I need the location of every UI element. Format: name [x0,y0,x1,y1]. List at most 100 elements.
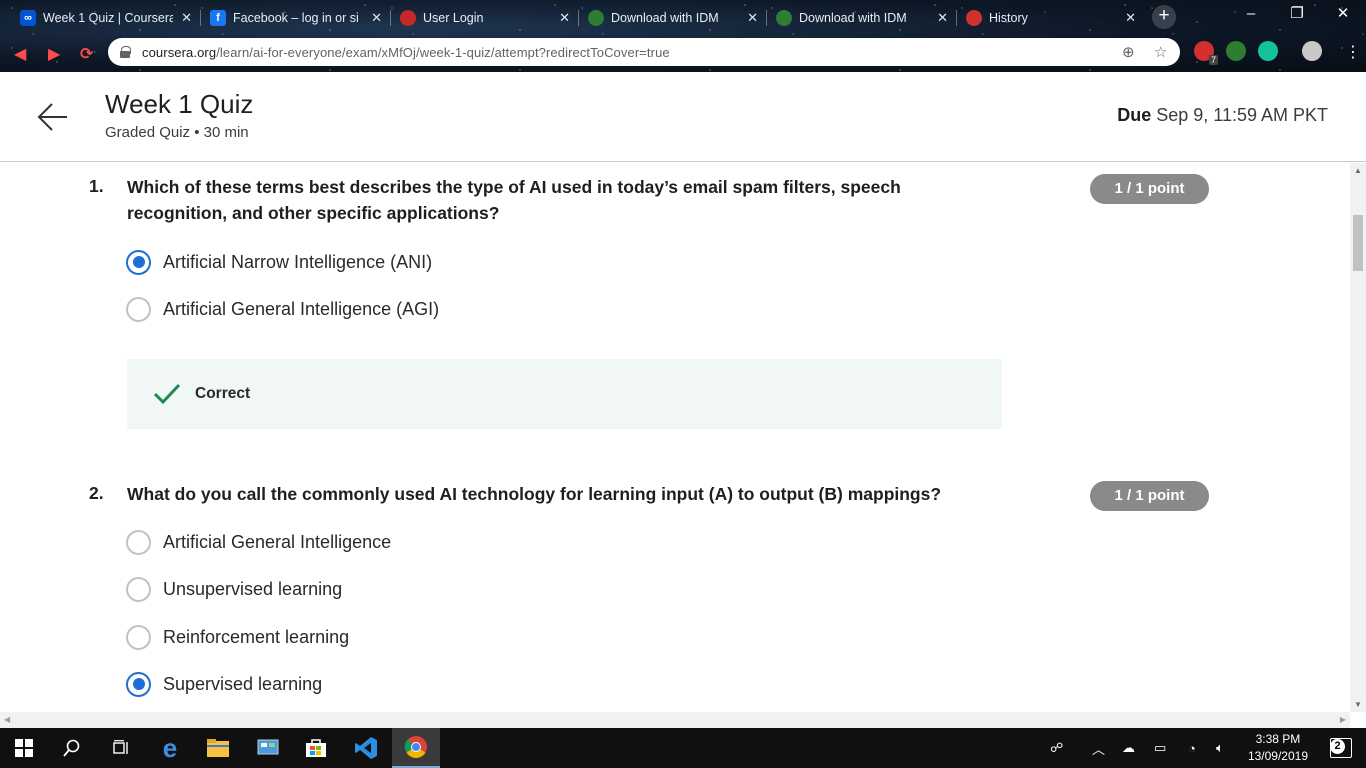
close-icon[interactable]: ✕ [747,10,758,26]
back-arrow-icon[interactable] [36,100,70,134]
scroll-up-icon[interactable]: ▲ [1354,166,1362,175]
onedrive-cloud-icon[interactable]: ☁ [1122,728,1135,768]
feedback-correct: Correct [127,359,1002,429]
windows-taskbar: e ☍ ︿ ☁ ▭ ◔ 🔈︎ 3:38 PM 13/09/2019 2 [0,728,1366,768]
wifi-icon[interactable]: ◔ [1188,728,1196,768]
profile-avatar[interactable] [1302,41,1322,61]
option-supervised[interactable]: Supervised learning [126,670,322,698]
scroll-thumb[interactable] [1353,215,1363,271]
chevron-up-icon[interactable]: ︿ [1092,728,1105,768]
tab-title: Week 1 Quiz | Coursera [43,11,173,25]
battery-icon[interactable]: ▭ [1154,728,1166,768]
vscode-icon [355,737,377,759]
clock-time: 3:38 PM [1255,732,1301,746]
start-button[interactable] [0,728,48,768]
edge-icon: e [162,732,178,763]
option-ani[interactable]: Artificial Narrow Intelligence (ANI) [126,248,432,276]
chrome-taskbar-button[interactable] [392,728,440,768]
url-text: coursera.org/learn/ai-for-everyone/exam/… [142,44,670,60]
tab-strip: ∞ Week 1 Quiz | Coursera ✕ f Facebook – … [0,0,1366,33]
maximize-button[interactable]: ❐ [1274,0,1320,30]
idm-icon [588,10,604,26]
scroll-down-icon[interactable]: ▼ [1354,700,1362,709]
tab-download-idm-2[interactable]: Download with IDM ✕ [766,4,957,32]
action-center-icon[interactable]: 2 [1330,738,1352,758]
page-title: Week 1 Quiz [105,89,254,119]
close-window-button[interactable]: ✕ [1320,0,1366,30]
scroll-right-icon[interactable]: ▶ [1340,715,1346,724]
option-reinforcement[interactable]: Reinforcement learning [126,623,349,651]
points-badge: 1 / 1 point [1090,481,1209,511]
user-login-icon [400,10,416,26]
minimize-button[interactable]: – [1228,0,1274,30]
close-icon[interactable]: ✕ [559,10,570,26]
tab-history[interactable]: History ✕ [956,4,1144,32]
checkmark-icon [153,383,181,405]
tab-download-idm-1[interactable]: Download with IDM ✕ [578,4,767,32]
tab-user-login[interactable]: User Login ✕ [390,4,579,32]
system-clock[interactable]: 3:38 PM 13/09/2019 [1248,731,1308,765]
tab-title: History [989,11,1028,25]
zoom-icon[interactable]: ⊕ [1122,43,1135,61]
tab-facebook[interactable]: f Facebook – log in or si ✕ [200,4,391,32]
lock-icon [120,46,131,58]
tab-week1-quiz[interactable]: ∞ Week 1 Quiz | Coursera ✕ [10,4,201,32]
people-icon[interactable]: ☍ [1050,728,1063,768]
history-icon [966,10,982,26]
store-taskbar-button[interactable] [292,728,340,768]
close-icon[interactable]: ✕ [181,10,192,26]
grammarly-extension-icon[interactable] [1258,41,1278,61]
tab-title: User Login [423,11,484,25]
question-number: 1. [89,176,104,196]
search-button[interactable] [48,728,96,768]
idm-extension-icon[interactable] [1226,41,1246,61]
control-panel-icon [257,739,279,755]
clock-date: 13/09/2019 [1247,749,1308,763]
option-unsupervised[interactable]: Unsupervised learning [126,575,342,603]
windows-logo-icon [15,739,33,757]
feedback-label: Correct [195,385,251,402]
browser-toolbar: ◀ ▶ ⟳ coursera.org/learn/ai-for-everyone… [0,33,1366,72]
option-label: Reinforcement learning [163,626,350,647]
vscode-taskbar-button[interactable] [342,728,390,768]
radio-selected[interactable] [126,671,151,697]
new-tab-button[interactable]: + [1152,5,1176,29]
menu-kebab-icon[interactable]: ⋮ [1345,42,1361,62]
horizontal-scrollbar[interactable]: ◀ ▶ [0,712,1350,728]
address-bar[interactable]: coursera.org/learn/ai-for-everyone/exam/… [108,38,1180,66]
file-explorer-taskbar-button[interactable] [194,728,242,768]
task-view-button[interactable] [96,728,144,768]
question-text: Which of these terms best describes the … [127,177,901,223]
edge-taskbar-button[interactable]: e [146,728,194,768]
tab-title: Facebook – log in or si [233,11,359,25]
forward-nav-icon[interactable]: ▶ [48,44,60,64]
option-label: Supervised learning [163,673,323,694]
option-agi[interactable]: Artificial General Intelligence [126,528,391,556]
store-icon [306,739,326,757]
volume-icon[interactable]: 🔈︎ [1216,728,1224,768]
vertical-scrollbar[interactable]: ▲ ▼ [1350,163,1366,712]
due-date: Due Sep 9, 11:59 AM PKT [1117,105,1328,125]
adblock-extension-icon[interactable]: 7 [1194,41,1218,65]
radio-unselected[interactable] [126,624,151,650]
radio-selected[interactable] [126,249,151,275]
facebook-icon: f [210,10,226,26]
close-icon[interactable]: ✕ [937,10,948,26]
radio-unselected[interactable] [126,296,151,322]
bookmark-star-icon[interactable]: ☆ [1154,43,1167,61]
browser-chrome: ∞ Week 1 Quiz | Coursera ✕ f Facebook – … [0,0,1366,72]
question-text: What do you call the commonly used AI te… [127,484,942,504]
reload-icon[interactable]: ⟳ [80,44,93,64]
option-agi[interactable]: Artificial General Intelligence (AGI) [126,295,439,323]
control-panel-taskbar-button[interactable] [244,728,292,768]
option-label: Artificial Narrow Intelligence (ANI) [163,251,433,272]
notification-count: 2 [1330,739,1345,754]
close-icon[interactable]: ✕ [1125,10,1136,26]
back-nav-icon[interactable]: ◀ [14,44,26,64]
close-icon[interactable]: ✕ [371,10,382,26]
radio-unselected[interactable] [126,576,151,602]
scroll-left-icon[interactable]: ◀ [4,715,10,724]
tab-title: Download with IDM [611,11,719,25]
radio-unselected[interactable] [126,529,151,555]
folder-icon [207,739,229,757]
